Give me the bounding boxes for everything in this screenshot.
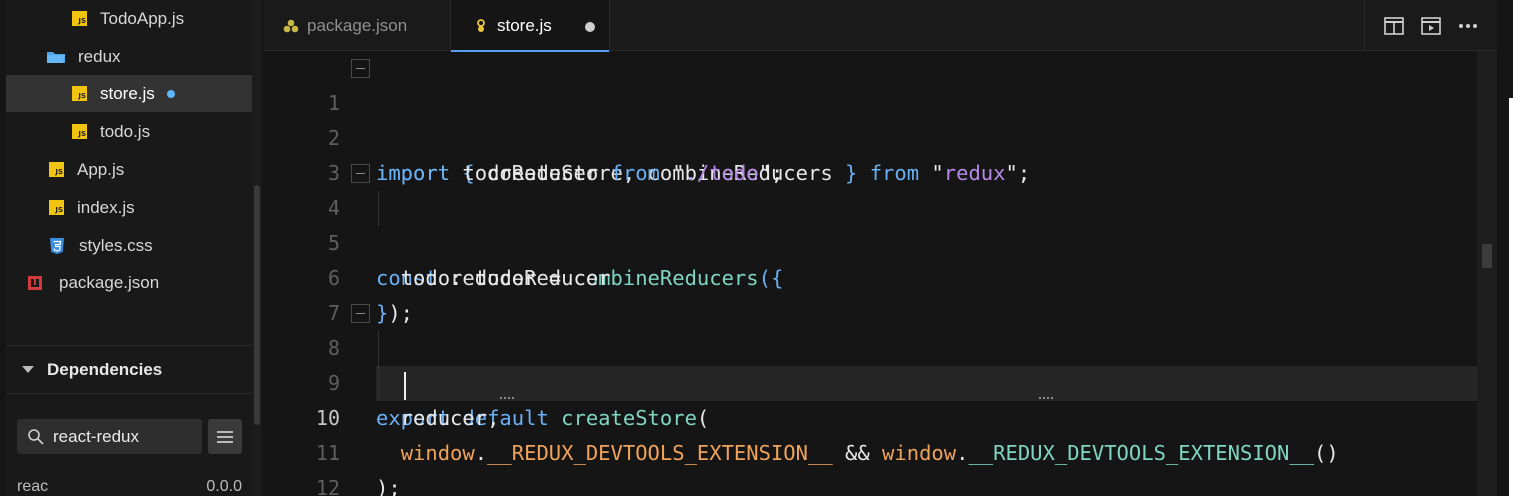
search-icon: [28, 428, 44, 445]
js-file-icon: JS: [72, 11, 87, 26]
code-text: );: [376, 476, 401, 496]
file-app-js[interactable]: JS App.js: [6, 151, 252, 188]
open-preview-icon[interactable]: [1420, 15, 1442, 37]
more-actions-icon[interactable]: [1457, 15, 1479, 37]
file-explorer: JS TodoApp.js redux JS store.js JS todo.…: [6, 0, 252, 496]
sidebar-scroll-thumb[interactable]: [254, 185, 260, 425]
menu-icon: [217, 430, 233, 443]
js-file-icon: JS: [49, 162, 64, 177]
file-label: index.js: [77, 197, 135, 217]
code-line-10: 10 window.__REDUX_DEVTOOLS_EXTENSION__ &…: [264, 366, 1497, 465]
code-line-8: 8 export default createStore(: [264, 296, 1497, 430]
js-file-icon: JS: [72, 124, 87, 139]
tab-label: package.json: [307, 15, 408, 35]
js-file-icon: JS: [72, 86, 87, 101]
line-number: 12: [315, 476, 340, 496]
dependency-result-row[interactable]: reac 0.0.0: [17, 478, 242, 496]
section-divider: [6, 393, 252, 394]
code-line-1: 1 import { createStore, combineReducers …: [264, 51, 1497, 185]
code-line-12: 12: [264, 436, 1497, 496]
redux-icon: [477, 19, 485, 32]
fold-toggle-icon[interactable]: [351, 164, 370, 183]
code-line-9: 9 reducer,: [264, 331, 1497, 430]
file-store-js[interactable]: JS store.js: [6, 75, 252, 112]
editor-actions: [1364, 0, 1497, 51]
file-label: styles.css: [79, 235, 153, 255]
file-todo-js[interactable]: JS todo.js: [6, 113, 252, 150]
dependency-menu-button[interactable]: [208, 419, 242, 454]
code-line-7: 7: [264, 261, 1497, 325]
fold-toggle-icon[interactable]: [351, 59, 370, 78]
file-styles-css[interactable]: styles.css: [6, 227, 252, 264]
css-file-icon: [50, 237, 64, 254]
tab-package-json[interactable]: package.json: [264, 0, 450, 51]
fold-toggle-icon[interactable]: [351, 304, 370, 323]
code-line-2: 2 import todoReducer from "./todo";: [264, 86, 1497, 185]
search-value: react-redux: [53, 426, 139, 446]
editor-tab-bar: package.json store.js: [264, 0, 1497, 52]
js-file-icon: JS: [49, 200, 64, 215]
npm-package-icon: [28, 275, 42, 290]
suggestion-hint-icon: [500, 396, 514, 399]
chevron-down-icon: [22, 366, 34, 373]
folder-label: redux: [78, 46, 121, 66]
file-index-js[interactable]: JS index.js: [6, 189, 252, 226]
file-label: store.js: [100, 83, 155, 103]
window-edge-highlight: [1509, 98, 1513, 496]
text-cursor: [404, 372, 406, 400]
file-label: todo.js: [100, 121, 151, 141]
dependency-version: 0.0.0: [206, 478, 242, 495]
dependencies-section-header[interactable]: Dependencies: [6, 346, 252, 393]
editor-scrollbar[interactable]: [1477, 51, 1497, 496]
package-icon: [283, 19, 299, 32]
file-label: package.json: [59, 272, 160, 292]
sidebar-scrollbar[interactable]: [252, 0, 262, 496]
file-todoapp-js[interactable]: JS TodoApp.js: [6, 0, 252, 37]
modified-indicator: [166, 89, 175, 98]
code-line-5: 5 todo: todoReducer: [264, 191, 1497, 290]
code-line-6: 6 });: [264, 226, 1497, 325]
unsaved-changes-dot[interactable]: [585, 22, 595, 32]
dependency-search-input[interactable]: react-redux: [17, 419, 202, 454]
code-editor: package.json store.js 1 import {createS…: [264, 0, 1497, 496]
code-line-4: 4 const reducer = combineReducers({: [264, 156, 1497, 290]
split-editor-icon[interactable]: [1383, 15, 1405, 37]
file-package-json[interactable]: package.json: [6, 264, 252, 301]
editor-scroll-thumb[interactable]: [1482, 244, 1492, 268]
code-area[interactable]: 1 import { createStore, combineReducers …: [264, 51, 1497, 496]
tab-store-js[interactable]: store.js: [450, 0, 610, 52]
tab-label: store.js: [497, 16, 552, 35]
folder-redux[interactable]: redux: [6, 38, 252, 75]
code-line-3: 3: [264, 121, 1497, 185]
folder-open-icon: [47, 51, 65, 63]
file-label: App.js: [77, 159, 125, 179]
suggestion-hint-icon: [1039, 396, 1053, 399]
file-label: TodoApp.js: [100, 8, 185, 28]
code-line-11: 11 );: [264, 401, 1497, 496]
dependencies-title: Dependencies: [47, 359, 163, 379]
dependency-name: reac: [17, 478, 49, 495]
